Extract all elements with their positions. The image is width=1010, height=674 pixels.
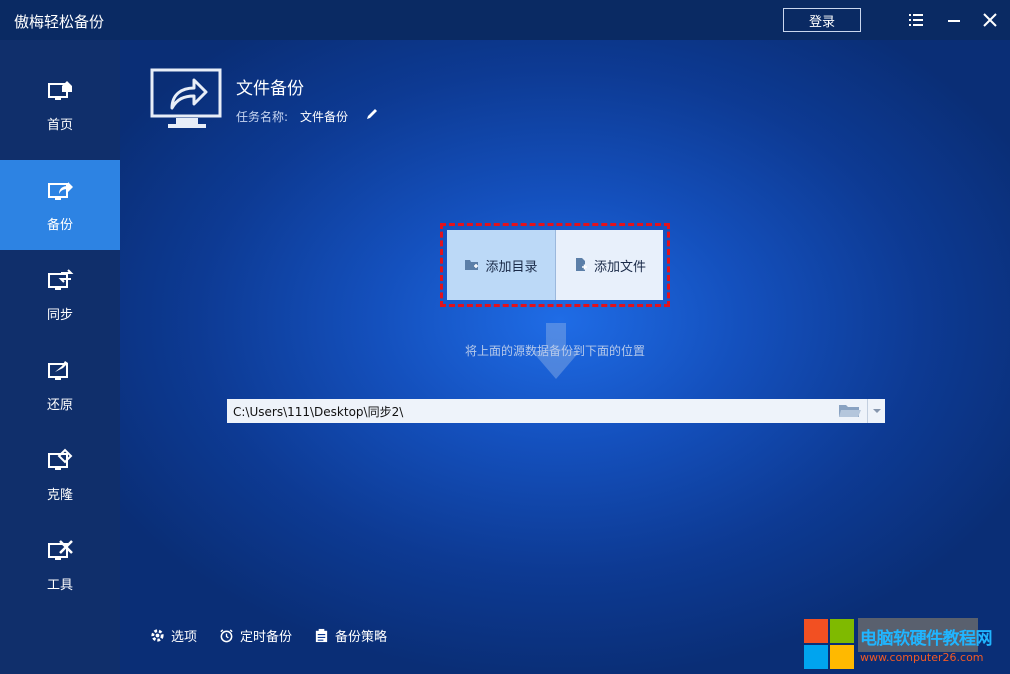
gear-icon — [151, 629, 164, 642]
tools-monitor-icon — [48, 539, 73, 560]
schedule-label: 定时备份 — [240, 630, 293, 645]
add-folder-icon — [465, 260, 479, 270]
destination-dropdown-arrow[interactable] — [867, 399, 885, 423]
watermark-title: 电脑软硬件教程网 — [860, 629, 993, 649]
sync-monitor-icon — [48, 268, 74, 290]
sidebar-item-restore[interactable]: 还原 — [0, 340, 120, 430]
task-name-value: 文件备份 — [300, 110, 349, 124]
add-directory-button[interactable]: 添加目录 — [447, 230, 555, 300]
alarm-clock-icon — [220, 629, 233, 643]
sidebar-item-label: 备份 — [46, 217, 73, 233]
schedule-button[interactable]: 定时备份 — [219, 626, 292, 645]
sidebar-item-tools[interactable]: 工具 — [0, 520, 120, 610]
add-file-button[interactable]: 添加文件 — [555, 230, 663, 300]
clipboard-list-icon — [315, 628, 328, 643]
add-source-highlight: 添加目录 添加文件 — [440, 223, 670, 307]
site-watermark: 电脑软硬件教程网 www.computer26.com — [804, 616, 1010, 672]
sidebar-item-home[interactable]: 首页 — [0, 60, 120, 150]
sidebar-item-label: 克隆 — [46, 487, 73, 503]
backup-monitor-icon — [48, 181, 73, 200]
sidebar-item-label: 首页 — [46, 117, 73, 133]
title-bar: 傲梅轻松备份 登录 — [0, 0, 1010, 40]
page-title: 文件备份 — [236, 79, 304, 99]
task-name-label: 任务名称: — [236, 110, 289, 124]
options-button[interactable]: 选项 — [150, 626, 197, 645]
strategy-label: 备份策略 — [335, 630, 388, 645]
add-directory-label: 添加目录 — [485, 259, 538, 275]
minimize-icon[interactable] — [944, 10, 964, 30]
restore-monitor-icon — [48, 360, 68, 380]
file-backup-monitor-icon — [150, 68, 222, 128]
destination-path-text: C:\Users\111\Desktop\同步2\ — [233, 404, 404, 419]
edit-pencil-icon[interactable] — [364, 106, 380, 122]
browse-folder-icon[interactable] — [837, 402, 863, 420]
destination-path-field[interactable]: C:\Users\111\Desktop\同步2\ — [227, 399, 885, 423]
options-label: 选项 — [171, 630, 198, 645]
sidebar-item-backup[interactable]: 备份 — [0, 160, 120, 250]
sidebar-item-clone[interactable]: 克隆 — [0, 430, 120, 520]
bottom-toolbar: 选项 定时备份 备份策略 — [150, 626, 387, 645]
login-button[interactable]: 登录 — [783, 8, 861, 32]
sidebar-item-label: 还原 — [46, 397, 73, 413]
home-monitor-icon — [48, 80, 72, 100]
chevron-down-icon — [872, 409, 881, 413]
strategy-button[interactable]: 备份策略 — [314, 626, 387, 645]
backup-hint-text: 将上面的源数据备份到下面的位置 — [464, 344, 645, 358]
sidebar-item-label: 同步 — [46, 307, 73, 323]
close-icon[interactable] — [980, 10, 1000, 30]
sidebar-item-label: 工具 — [46, 577, 73, 593]
clone-monitor-icon — [48, 448, 73, 470]
add-file-icon — [575, 258, 587, 271]
sidebar: 首页 备份 同步 还原 克隆 工具 — [0, 40, 120, 674]
watermark-url: www.computer26.com — [860, 651, 984, 664]
sidebar-item-sync[interactable]: 同步 — [0, 250, 120, 340]
main-panel: 文件备份 任务名称: 文件备份 添加目录 添加文件 将上面的源数据备份到下面的位… — [120, 40, 1010, 674]
add-file-label: 添加文件 — [593, 259, 646, 275]
menu-icon[interactable] — [906, 10, 926, 30]
app-title: 傲梅轻松备份 — [14, 13, 105, 31]
windows-logo-icon — [804, 619, 856, 669]
